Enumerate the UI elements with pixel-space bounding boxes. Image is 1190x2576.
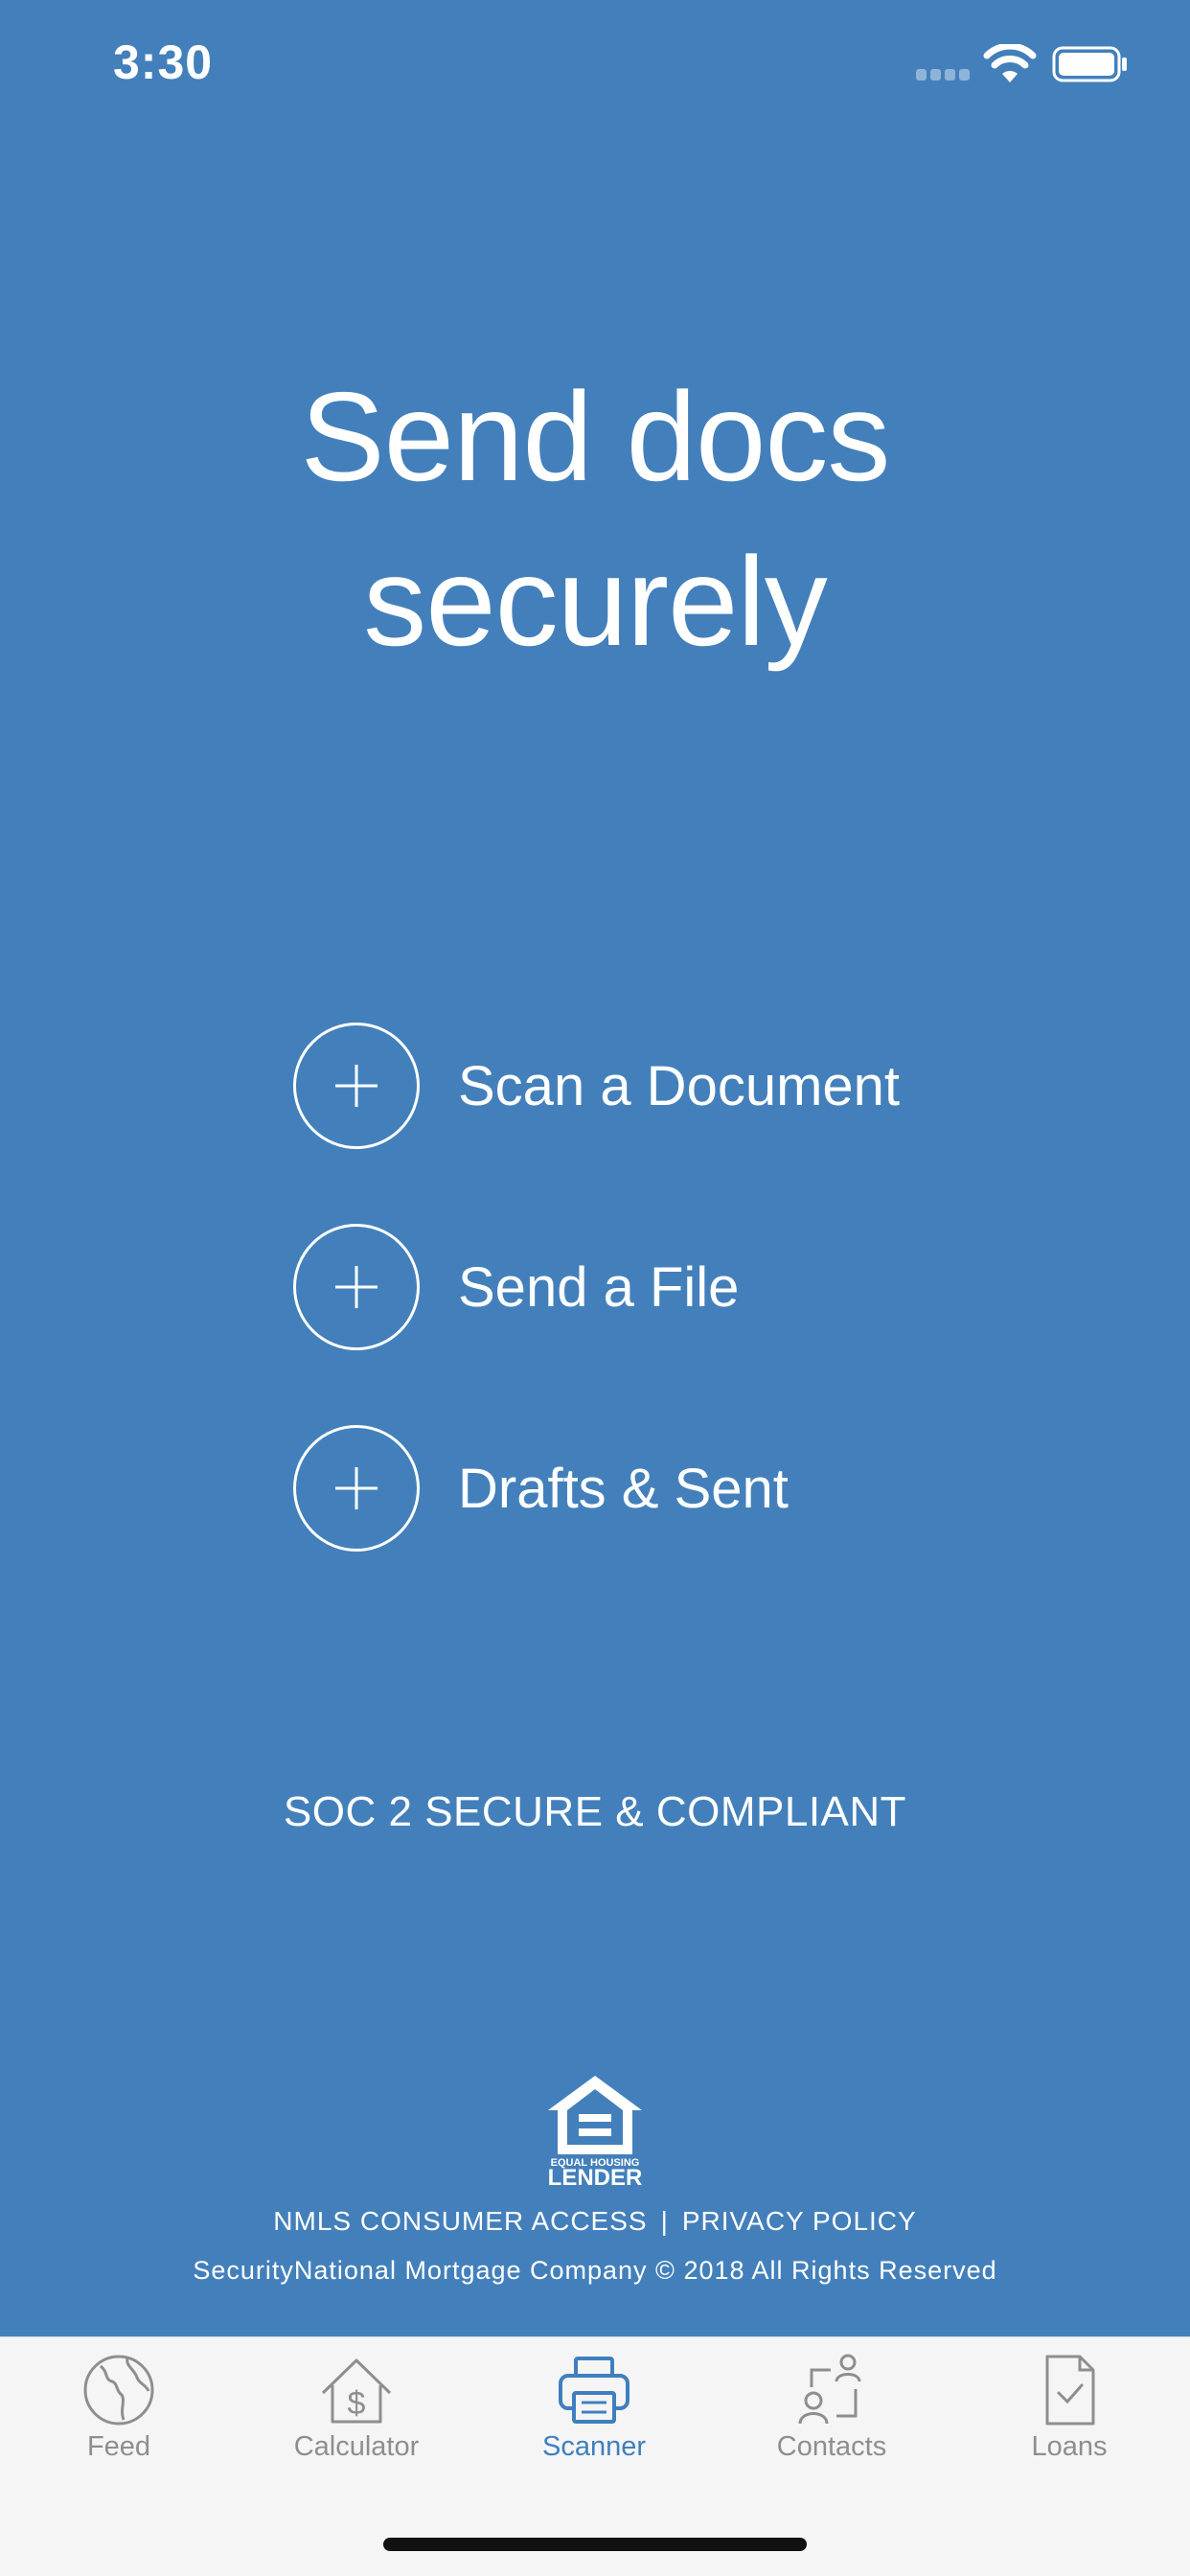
page-title: Send docs securely: [0, 355, 1190, 684]
privacy-policy-link[interactable]: PRIVACY POLICY: [682, 2206, 917, 2236]
tab-feed-label: Feed: [86, 2431, 151, 2462]
status-bar: 3:30: [0, 0, 1190, 126]
tab-calculator[interactable]: $ Calculator: [238, 2353, 475, 2463]
send-file-button[interactable]: Send a File: [293, 1222, 739, 1352]
drafts-sent-label: Drafts & Sent: [458, 1457, 789, 1520]
scan-document-label: Scan a Document: [458, 1054, 901, 1117]
svg-text:$: $: [348, 2385, 366, 2422]
scanner-screen: 3:30 Send docs securely Scan a Document: [0, 0, 1190, 2576]
tab-loans[interactable]: Loans: [950, 2353, 1188, 2463]
scan-document-button[interactable]: Scan a Document: [293, 1021, 900, 1151]
contacts-icon: [798, 2354, 861, 2425]
tab-contacts-label: Contacts: [776, 2431, 887, 2462]
house-dollar-icon: $: [321, 2358, 392, 2424]
equal-housing-lender-logo: EQUAL HOUSING LENDER: [548, 2076, 643, 2187]
document-check-icon: [1045, 2355, 1095, 2426]
copyright-text: SecurityNational Mortgage Company © 2018…: [193, 2256, 997, 2285]
globe-icon: [83, 2355, 154, 2426]
drafts-sent-button[interactable]: Drafts & Sent: [293, 1423, 789, 1553]
tab-contacts[interactable]: Contacts: [713, 2353, 950, 2463]
printer-icon: [559, 2357, 629, 2424]
footer-separator: |: [660, 2206, 669, 2236]
tab-scanner-label: Scanner: [541, 2431, 646, 2462]
nmls-consumer-access-link[interactable]: NMLS CONSUMER ACCESS: [273, 2206, 647, 2236]
tab-loans-label: Loans: [1031, 2431, 1108, 2462]
footer-links: NMLS CONSUMER ACCESS | PRIVACY POLICY: [0, 2206, 1190, 2237]
tab-calculator-label: Calculator: [293, 2431, 420, 2462]
tab-scanner[interactable]: Scanner: [475, 2353, 713, 2463]
plus-icon: [293, 1224, 420, 1350]
page-title-line-2: securely: [363, 531, 828, 672]
page-title-line-1: Send docs: [300, 366, 891, 507]
compliance-label: SOC 2 SECURE & COMPLIANT: [283, 1788, 907, 1835]
plus-icon: [293, 1425, 420, 1552]
home-indicator[interactable]: [383, 2538, 807, 2551]
send-file-label: Send a File: [458, 1255, 740, 1319]
tab-feed[interactable]: Feed: [0, 2353, 238, 2463]
battery-icon: [1052, 46, 1127, 82]
plus-icon: [293, 1023, 420, 1149]
wifi-icon: [983, 44, 1037, 82]
logo-text-bottom: LENDER: [548, 2165, 643, 2187]
cellular-signal-icon: [916, 69, 970, 80]
status-time: 3:30: [113, 35, 214, 89]
